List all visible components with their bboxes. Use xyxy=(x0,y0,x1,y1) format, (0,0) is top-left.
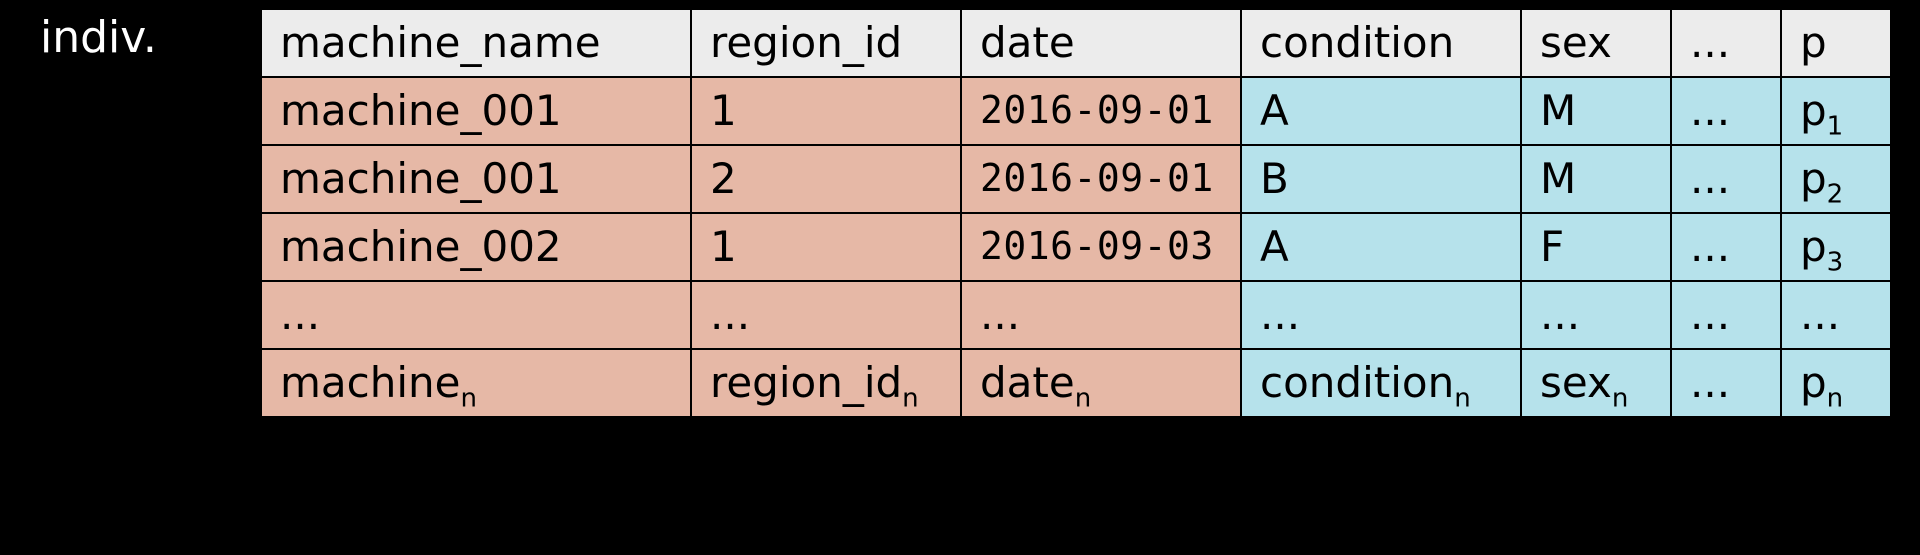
cell-date: 2016-09-01 xyxy=(961,77,1241,145)
table-header-row: machine_name region_id date condition se… xyxy=(261,9,1891,77)
cell-condition: A xyxy=(1241,77,1521,145)
cell-region-id: region_idn xyxy=(691,349,961,417)
cell-p: p2 xyxy=(1781,145,1891,213)
col-machine-name: machine_name xyxy=(261,9,691,77)
cell-date: 2016-09-03 xyxy=(961,213,1241,281)
col-date: date xyxy=(961,9,1241,77)
cell-machine-name: machine_002 xyxy=(261,213,691,281)
data-table: machine_name region_id date condition se… xyxy=(260,8,1892,418)
col-dots: ... xyxy=(1671,9,1781,77)
table-row: machinen region_idn daten conditionn sex… xyxy=(261,349,1891,417)
cell-region-id: 2 xyxy=(691,145,961,213)
cell-condition: B xyxy=(1241,145,1521,213)
cell-dots: ... xyxy=(1671,77,1781,145)
cell-p: p1 xyxy=(1781,77,1891,145)
table-row: machine_001 1 2016-09-01 A M ... p1 xyxy=(261,77,1891,145)
cell-region-id: 1 xyxy=(691,77,961,145)
cell-machine-name: ... xyxy=(261,281,691,349)
cell-condition: conditionn xyxy=(1241,349,1521,417)
table-row: machine_002 1 2016-09-03 A F ... p3 xyxy=(261,213,1891,281)
col-sex: sex xyxy=(1521,9,1671,77)
cell-sex: ... xyxy=(1521,281,1671,349)
cell-dots: ... xyxy=(1671,349,1781,417)
cell-sex: F xyxy=(1521,213,1671,281)
cell-sex: M xyxy=(1521,145,1671,213)
table-row: machine_001 2 2016-09-01 B M ... p2 xyxy=(261,145,1891,213)
col-p: p xyxy=(1781,9,1891,77)
cell-condition: A xyxy=(1241,213,1521,281)
cell-machine-name: machine_001 xyxy=(261,145,691,213)
cell-machine-name: machine_001 xyxy=(261,77,691,145)
cell-region-id: ... xyxy=(691,281,961,349)
cell-condition: ... xyxy=(1241,281,1521,349)
cell-dots: ... xyxy=(1671,281,1781,349)
cell-p: ... xyxy=(1781,281,1891,349)
col-region-id: region_id xyxy=(691,9,961,77)
cell-dots: ... xyxy=(1671,213,1781,281)
cell-region-id: 1 xyxy=(691,213,961,281)
cell-p: pn xyxy=(1781,349,1891,417)
cell-sex: sexn xyxy=(1521,349,1671,417)
cell-dots: ... xyxy=(1671,145,1781,213)
indiv-label: indiv. xyxy=(40,12,157,63)
cell-p: p3 xyxy=(1781,213,1891,281)
cell-date: daten xyxy=(961,349,1241,417)
table-row: ... ... ... ... ... ... ... xyxy=(261,281,1891,349)
cell-date: 2016-09-01 xyxy=(961,145,1241,213)
col-condition: condition xyxy=(1241,9,1521,77)
cell-date: ... xyxy=(961,281,1241,349)
cell-sex: M xyxy=(1521,77,1671,145)
cell-machine-name: machinen xyxy=(261,349,691,417)
